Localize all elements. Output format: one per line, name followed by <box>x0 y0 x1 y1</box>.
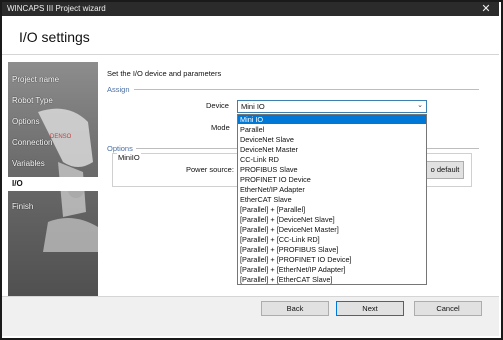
dropdown-option[interactable]: DeviceNet Master <box>238 145 426 154</box>
page-header: I/O settings <box>2 16 499 54</box>
dropdown-option[interactable]: CC-Link RD <box>238 155 426 164</box>
step-connection[interactable]: Connection <box>12 138 52 147</box>
options-section-label: Options <box>107 144 133 153</box>
step-io-selected[interactable]: I/O <box>8 177 98 191</box>
step-variables[interactable]: Variables <box>12 159 45 168</box>
dropdown-option[interactable]: EtherCAT Slave <box>238 195 426 204</box>
close-icon[interactable]: ✕ <box>479 2 493 16</box>
mode-label: Mode <box>211 123 230 132</box>
cancel-button[interactable]: Cancel <box>414 301 482 316</box>
dropdown-option[interactable]: PROFINET IO Device <box>238 175 426 184</box>
device-select-value: Mini IO <box>241 102 265 111</box>
device-label: Device <box>206 101 229 110</box>
dropdown-option[interactable]: DeviceNet Slave <box>238 135 426 144</box>
assign-section-label: Assign <box>107 85 130 94</box>
dropdown-option[interactable]: [Parallel] + [PROFINET IO Device] <box>238 255 426 264</box>
assign-divider <box>134 89 479 90</box>
dropdown-option[interactable]: [Parallel] + [EtherNet/IP Adapter] <box>238 265 426 274</box>
dropdown-option[interactable]: [Parallel] + [DeviceNet Slave] <box>238 215 426 224</box>
power-source-label: Power source: <box>186 165 234 174</box>
svg-text:DENSO: DENSO <box>50 134 72 140</box>
next-button[interactable]: Next <box>336 301 404 316</box>
step-options[interactable]: Options <box>12 117 40 126</box>
title-bar: WINCAPS III Project wizard ✕ <box>2 2 499 16</box>
dropdown-option[interactable]: EtherNet/IP Adapter <box>238 185 426 194</box>
wizard-steps-sidebar: DENSO Project name Robot Type Options Co… <box>8 62 98 296</box>
step-io-label: I/O <box>12 179 23 188</box>
device-select[interactable]: Mini IO ⌄ <box>237 100 427 113</box>
back-button[interactable]: Back <box>261 301 329 316</box>
miniio-group-label: MiniIO <box>117 153 141 162</box>
step-project-name[interactable]: Project name <box>12 75 59 84</box>
page-title: I/O settings <box>19 29 90 45</box>
dropdown-option[interactable]: [Parallel] + [EtherCAT Slave] <box>238 275 426 284</box>
dropdown-option[interactable]: [Parallel] + [DeviceNet Master] <box>238 225 426 234</box>
window-title: WINCAPS III Project wizard <box>7 4 106 13</box>
instruction-text: Set the I/O device and parameters <box>107 69 222 78</box>
dropdown-option[interactable]: [Parallel] + [CC-Link RD] <box>238 235 426 244</box>
dropdown-option[interactable]: [Parallel] + [PROFIBUS Slave] <box>238 245 426 254</box>
chevron-down-icon[interactable]: ⌄ <box>417 101 423 109</box>
device-dropdown-list: Mini IO Parallel DeviceNet Slave DeviceN… <box>237 114 427 285</box>
dropdown-option[interactable]: Parallel <box>238 125 426 134</box>
dropdown-option[interactable]: [Parallel] + [Parallel] <box>238 205 426 214</box>
dropdown-option[interactable]: PROFIBUS Slave <box>238 165 426 174</box>
header-divider <box>2 54 499 55</box>
step-finish[interactable]: Finish <box>12 202 33 211</box>
set-default-button-label: o default <box>430 165 460 174</box>
dropdown-option[interactable]: Mini IO <box>238 115 426 125</box>
step-robot-type[interactable]: Robot Type <box>12 96 53 105</box>
